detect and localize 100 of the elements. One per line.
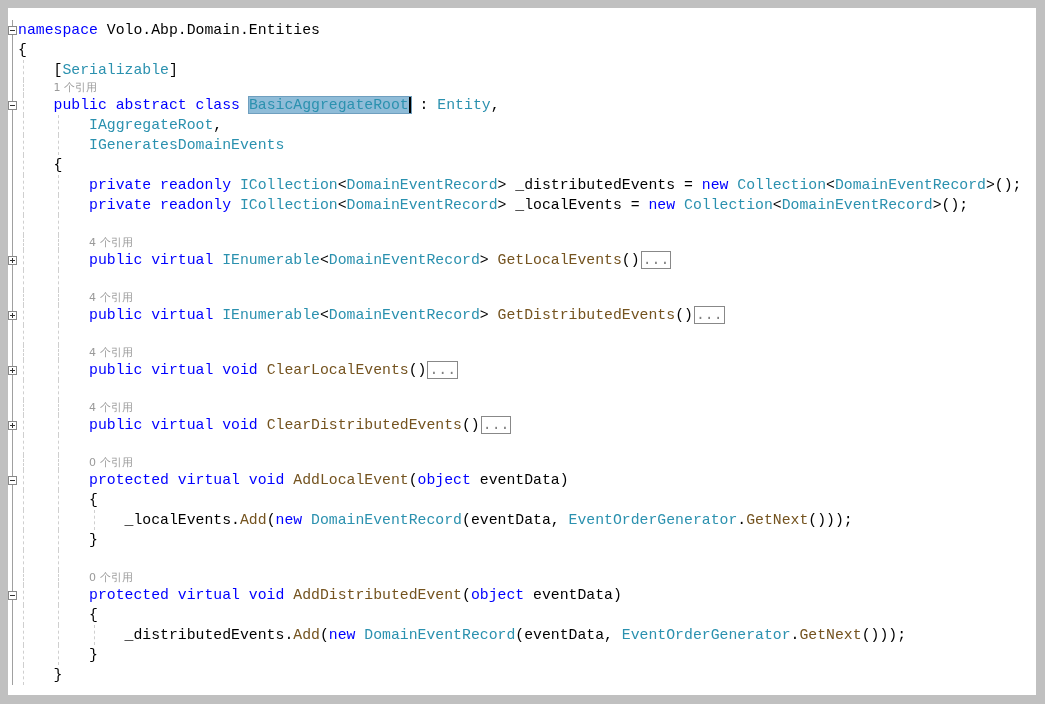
keyword-text: new bbox=[328, 627, 357, 643]
indent-guide bbox=[93, 625, 95, 645]
keyword-text: namespace bbox=[18, 22, 99, 38]
code-text: > bbox=[479, 252, 490, 268]
keyword-text: public virtual void bbox=[89, 417, 259, 433]
code-text: >(); bbox=[932, 197, 969, 213]
code-text: < bbox=[319, 307, 329, 323]
type-name: IEnumerable bbox=[222, 307, 320, 323]
code-text: >(); bbox=[985, 177, 1022, 193]
type-name: ICollection bbox=[240, 177, 338, 193]
type-name: Collection bbox=[737, 177, 827, 193]
type-name: DomainEventRecord bbox=[328, 307, 480, 323]
code-text: (eventData, bbox=[462, 512, 561, 528]
code-text: { bbox=[53, 157, 63, 173]
method-name: ClearLocalEvents bbox=[266, 362, 409, 378]
expand-icon[interactable] bbox=[8, 255, 17, 265]
code-text: ())); bbox=[861, 627, 907, 643]
type-name: EventOrderGenerator bbox=[568, 512, 738, 528]
method-name: AddDistributedEvent bbox=[293, 587, 462, 603]
code-text: > _distributedEvents = bbox=[497, 177, 694, 193]
code-text: ())); bbox=[808, 512, 853, 528]
code-text: { bbox=[89, 492, 98, 508]
code-text: () bbox=[462, 417, 480, 433]
collapsed-code-marker[interactable]: ... bbox=[693, 306, 725, 324]
method-name: GetLocalEvents bbox=[497, 252, 622, 268]
code-text: : bbox=[418, 97, 430, 113]
keyword-text: new bbox=[275, 512, 304, 528]
code-text: } bbox=[53, 667, 63, 683]
code-text: < bbox=[337, 177, 347, 193]
expand-icon[interactable] bbox=[8, 420, 17, 430]
collapse-icon[interactable] bbox=[8, 475, 17, 485]
method-name: GetNext bbox=[746, 512, 809, 528]
code-text: ( bbox=[266, 512, 276, 528]
collapse-icon[interactable] bbox=[8, 25, 17, 35]
code-text: , bbox=[490, 97, 500, 113]
highlighted-type-name: BasicAggregateRoot bbox=[248, 97, 411, 113]
type-name: EventOrderGenerator bbox=[621, 627, 791, 643]
keyword-text: private readonly bbox=[89, 197, 233, 213]
collapse-icon[interactable] bbox=[8, 100, 17, 110]
collapsed-code-marker[interactable]: ... bbox=[640, 251, 672, 269]
reference-count[interactable]: 4 个引用 bbox=[89, 400, 133, 415]
collapsed-code-marker[interactable]: ... bbox=[427, 361, 459, 379]
type-name: DomainEventRecord bbox=[346, 197, 498, 213]
code-text: . bbox=[737, 512, 747, 528]
keyword-text: object bbox=[417, 472, 472, 488]
expand-icon[interactable] bbox=[8, 310, 17, 320]
type-name: IGeneratesDomainEvents bbox=[89, 137, 285, 153]
code-text: } bbox=[89, 532, 98, 548]
type-name: DomainEventRecord bbox=[328, 252, 480, 268]
method-name: GetNext bbox=[799, 627, 862, 643]
keyword-text: public abstract class bbox=[53, 97, 241, 113]
reference-count[interactable]: 4 个引用 bbox=[89, 345, 133, 360]
code-text: ( bbox=[319, 627, 329, 643]
code-text: () bbox=[408, 362, 427, 378]
type-name: DomainEventRecord bbox=[364, 627, 516, 643]
reference-count[interactable]: 0 个引用 bbox=[89, 455, 133, 470]
reference-count[interactable]: 4 个引用 bbox=[89, 235, 133, 250]
reference-count[interactable]: 1 个引用 bbox=[53, 80, 97, 95]
keyword-text: public virtual void bbox=[89, 362, 259, 378]
code-text: Volo.Abp.Domain.Entities bbox=[106, 22, 320, 38]
code-text: { bbox=[18, 42, 27, 58]
method-name: Add bbox=[293, 627, 320, 643]
code-text: ] bbox=[168, 62, 178, 78]
code-text: ( bbox=[462, 587, 471, 603]
expand-icon[interactable] bbox=[8, 365, 17, 375]
type-name: Serializable bbox=[62, 62, 169, 78]
code-text: _localEvents. bbox=[124, 512, 240, 528]
type-name: IAggregateRoot bbox=[89, 117, 214, 133]
code-text: () bbox=[621, 252, 640, 268]
code-text: < bbox=[337, 197, 347, 213]
code-text: _distributedEvents. bbox=[124, 627, 294, 643]
keyword-text: protected virtual void bbox=[89, 472, 286, 488]
code-text: < bbox=[319, 252, 329, 268]
collapse-icon[interactable] bbox=[8, 590, 17, 600]
code-text: [ bbox=[53, 62, 63, 78]
keyword-text: public virtual bbox=[89, 307, 215, 323]
code-text: { bbox=[89, 607, 98, 623]
reference-count[interactable]: 0 个引用 bbox=[89, 570, 133, 585]
collapsed-code-marker[interactable]: ... bbox=[480, 416, 512, 434]
type-name: DomainEventRecord bbox=[834, 177, 986, 193]
type-name: DomainEventRecord bbox=[346, 177, 498, 193]
code-text: > bbox=[479, 307, 490, 323]
code-text: ( bbox=[408, 472, 418, 488]
type-name: Entity bbox=[437, 97, 491, 113]
code-text: eventData) bbox=[479, 472, 569, 488]
type-name: Collection bbox=[684, 197, 773, 213]
code-text: (eventData, bbox=[515, 627, 614, 643]
method-name: Add bbox=[240, 512, 267, 528]
type-name: ICollection bbox=[240, 197, 338, 213]
code-text: . bbox=[790, 627, 800, 643]
method-name: GetDistributedEvents bbox=[497, 307, 676, 323]
reference-count[interactable]: 4 个引用 bbox=[89, 290, 133, 305]
code-text: eventData) bbox=[533, 587, 622, 603]
keyword-text: new bbox=[648, 197, 677, 213]
indent-guide bbox=[93, 510, 95, 530]
keyword-text: protected virtual void bbox=[89, 587, 286, 603]
type-name: DomainEventRecord bbox=[311, 512, 462, 528]
code-text: < bbox=[772, 197, 782, 213]
code-text: () bbox=[675, 307, 693, 323]
code-text: } bbox=[89, 647, 98, 663]
